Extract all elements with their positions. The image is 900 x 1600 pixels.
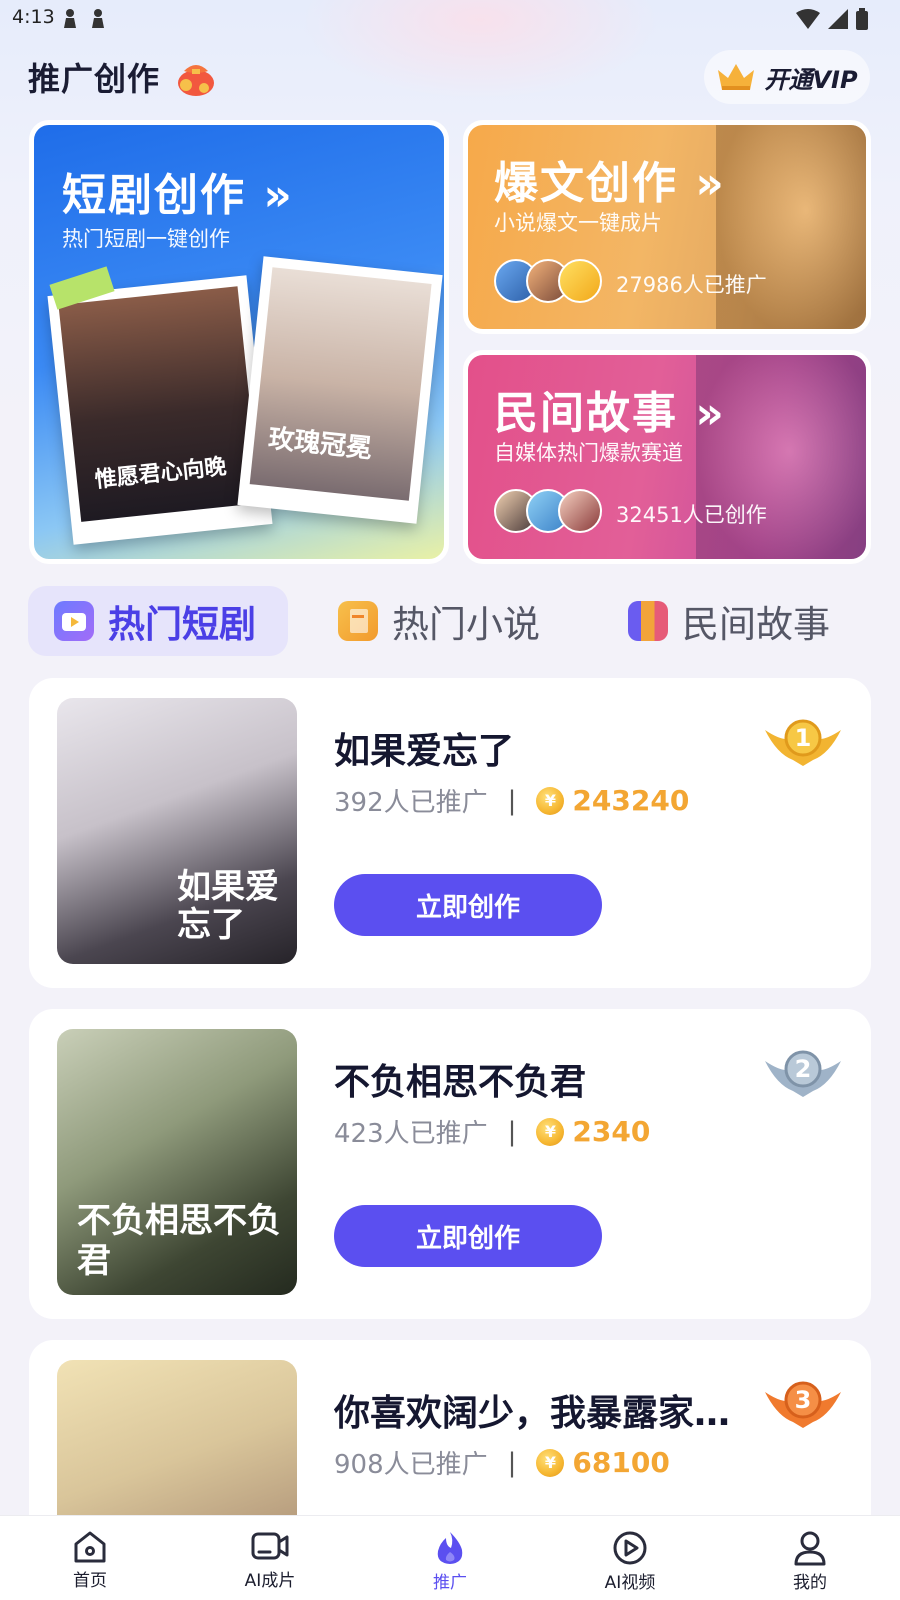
nav-label: 推广	[433, 1573, 467, 1593]
drama-title: 你喜欢阔少，我暴露家…	[334, 1393, 731, 1434]
promo-title: 爆文创作 »	[494, 158, 726, 209]
notification-icon	[92, 9, 104, 28]
play-circle-icon	[613, 1531, 647, 1565]
promoted-count: 392人已推广	[334, 788, 488, 818]
category-tabs: 热门短剧 热门小说 民间故事	[28, 586, 872, 656]
rank-number: 1	[794, 724, 812, 752]
page-title: 推广创作	[28, 60, 161, 98]
promoted-count: 908人已推广	[334, 1450, 488, 1480]
crown-icon	[718, 64, 755, 90]
cover-title: 不负相思不负君	[77, 1201, 281, 1281]
rank-badge-gold: 1	[763, 714, 843, 770]
nav-label: AI成片	[244, 1571, 296, 1591]
promoter-count: 27986人已推广	[616, 273, 767, 297]
separator: |	[507, 785, 517, 816]
promo-subtitle: 热门短剧一键创作	[62, 227, 230, 251]
coin-amount: 68100	[572, 1446, 670, 1479]
lucky-bag-icon	[178, 65, 214, 96]
tab-hot-novel[interactable]: 热门小说	[338, 586, 540, 656]
system-icons	[796, 8, 868, 30]
create-now-button[interactable]: 立即创作	[334, 1205, 602, 1267]
books-icon	[628, 601, 668, 641]
nav-label: 我的	[793, 1573, 827, 1593]
drama-stats: 908人已推广 | ¥ 68100	[334, 1444, 670, 1481]
folk-story-creation-card[interactable]: 民间故事 » 自媒体热门爆款赛道 32451人已创作	[463, 350, 871, 564]
nav-promote[interactable]: 推广	[360, 1516, 540, 1600]
drama-card[interactable]: 如果爱忘了 如果爱忘了 392人已推广 | ¥ 243240 立即创作 1	[29, 678, 871, 988]
creator-count: 32451人已创作	[616, 503, 767, 527]
flame-icon	[437, 1532, 463, 1564]
coin-icon: ¥	[536, 1448, 565, 1477]
tab-label: 热门小说	[392, 603, 540, 646]
nav-mine[interactable]: 我的	[720, 1516, 900, 1600]
notification-icons	[62, 8, 106, 28]
creator-avatars	[494, 489, 602, 533]
coin-icon: ¥	[536, 786, 565, 815]
wifi-icon	[796, 9, 820, 29]
drama-stats: 392人已推广 | ¥ 243240	[334, 782, 689, 819]
tab-hot-drama[interactable]: 热门短剧	[28, 586, 288, 656]
separator: |	[507, 1447, 517, 1478]
notification-icon	[64, 9, 76, 28]
book-icon	[338, 601, 378, 641]
nav-ai-video[interactable]: AI视频	[540, 1516, 720, 1600]
drama-cover: 如果爱忘了	[57, 698, 297, 964]
tab-folk-story[interactable]: 民间故事	[628, 586, 830, 656]
coin-amount: 2340	[572, 1115, 651, 1148]
nav-ai-film[interactable]: AI成片	[180, 1516, 360, 1600]
promo-title: 民间故事 »	[494, 388, 726, 439]
tab-label: 热门短剧	[108, 603, 256, 646]
rank-badge-bronze: 3	[763, 1376, 843, 1432]
avatar	[558, 489, 602, 533]
viral-novel-creation-card[interactable]: 爆文创作 » 小说爆文一键成片 27986人已推广	[463, 120, 871, 334]
rank-badge-silver: 2	[763, 1045, 843, 1101]
signal-icon	[828, 9, 848, 29]
vip-label: 开通VIP	[764, 65, 858, 94]
drama-poster-right: 玫瑰冠冕	[237, 256, 443, 524]
coin-amount: 243240	[572, 784, 690, 817]
nav-label: AI视频	[604, 1573, 656, 1593]
promoter-avatars	[494, 259, 602, 303]
novel-character-art	[716, 125, 866, 329]
promoted-count: 423人已推广	[334, 1119, 488, 1149]
drama-stats: 423人已推广 | ¥ 2340	[334, 1113, 650, 1150]
tv-icon	[54, 601, 94, 641]
rank-number: 2	[794, 1055, 812, 1083]
create-now-button[interactable]: 立即创作	[334, 874, 602, 936]
status-bar: 4:13	[0, 0, 900, 36]
open-vip-button[interactable]: 开通VIP	[704, 50, 870, 104]
tab-label: 民间故事	[682, 603, 830, 646]
drama-title: 不负相思不负君	[334, 1062, 587, 1103]
poster-title: 玫瑰冠冕	[266, 423, 374, 465]
status-time: 4:13	[12, 6, 55, 28]
promo-subtitle: 自媒体热门爆款赛道	[494, 441, 683, 465]
separator: |	[507, 1116, 517, 1147]
drama-card[interactable]: 不负相思不负君 不负相思不负君 423人已推广 | ¥ 2340 立即创作 2	[29, 1009, 871, 1319]
promo-title: 短剧创作 »	[62, 170, 294, 221]
video-camera-icon	[251, 1532, 289, 1560]
user-icon	[794, 1531, 826, 1566]
home-icon	[74, 1531, 106, 1563]
cover-title: 如果爱忘了	[177, 867, 279, 945]
rank-number: 3	[794, 1386, 812, 1414]
coin-icon: ¥	[536, 1117, 565, 1146]
nav-home[interactable]: 首页	[0, 1516, 180, 1600]
short-drama-creation-card[interactable]: 短剧创作 » 热门短剧一键创作 惟愿君心向晚 玫瑰冠冕	[29, 120, 449, 564]
drama-cover: 不负相思不负君	[57, 1029, 297, 1295]
bottom-navigation: 首页 AI成片 推广 AI视频 我的	[0, 1515, 900, 1600]
promo-subtitle: 小说爆文一键成片	[494, 211, 662, 235]
avatar	[558, 259, 602, 303]
drama-title: 如果爱忘了	[334, 731, 515, 772]
nav-label: 首页	[73, 1571, 107, 1591]
battery-icon	[856, 8, 868, 30]
